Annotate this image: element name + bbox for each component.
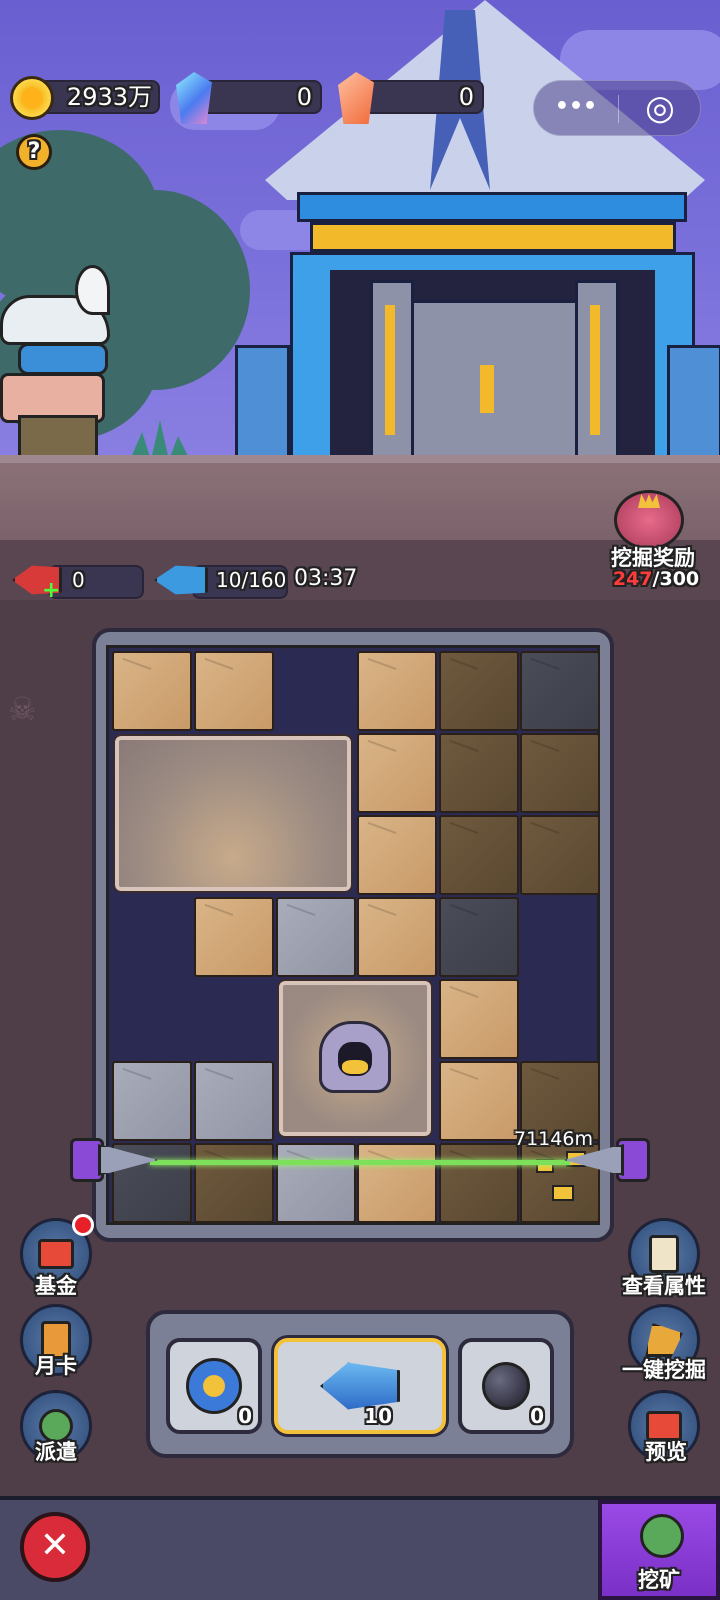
sand-block[interactable] [357, 897, 437, 977]
notification-badge [72, 1214, 94, 1236]
stone-block[interactable] [276, 1143, 356, 1223]
stone-block[interactable] [276, 897, 356, 977]
month-card-label: 月卡 [35, 1354, 77, 1378]
dirt-block[interactable] [439, 651, 519, 731]
preview-button[interactable]: 预览 [612, 1390, 720, 1486]
view-attributes-button[interactable]: 查看属性 [612, 1218, 720, 1314]
dirt-block[interactable] [439, 733, 519, 813]
dirt-block[interactable] [439, 815, 519, 895]
dirt-block[interactable] [194, 1143, 274, 1223]
bomb-tool[interactable]: 0 [458, 1338, 554, 1434]
fund-button[interactable]: 基金 [16, 1214, 96, 1314]
dig-reward-total: /300 [652, 568, 700, 590]
tower [235, 0, 720, 462]
close-button[interactable]: ✕ [20, 1512, 90, 1582]
detector-tool[interactable]: 0 [166, 1338, 262, 1434]
gold-coin-icon [10, 76, 54, 120]
view-attributes-label: 查看属性 [622, 1274, 706, 1298]
mine-tab-button[interactable]: 挖矿 [598, 1500, 720, 1600]
drill-count: 10/160 [216, 568, 287, 592]
refill-timer: 03:37 [294, 566, 358, 591]
ground-edge [0, 455, 720, 463]
plus-icon: + [42, 578, 61, 603]
bomb-count: 0 [530, 1404, 544, 1428]
gold-value: 2933万 [66, 83, 152, 111]
close-miniprogram-button[interactable]: ◎ [618, 81, 702, 137]
orange-crystal-icon [338, 72, 374, 124]
sand-block[interactable] [439, 1061, 519, 1141]
stone-block[interactable] [194, 1061, 274, 1141]
mine-tab-label: 挖矿 [638, 1568, 680, 1592]
one-click-dig-button[interactable]: 一键挖掘 [612, 1304, 720, 1400]
blue-crystal-icon [176, 72, 212, 124]
repair-count: 0 [72, 568, 85, 592]
dig-reward-current: 247 [612, 568, 653, 590]
ore-geode-icon [319, 1021, 391, 1093]
bomb-icon [482, 1362, 530, 1410]
depth-label: 71146m [514, 1128, 593, 1150]
sand-block[interactable] [357, 651, 437, 731]
sand-block[interactable] [194, 651, 274, 731]
orange-crystal-value: 0 [458, 83, 474, 111]
empty-chamber [113, 734, 353, 893]
sand-block[interactable] [194, 897, 274, 977]
fund-label: 基金 [35, 1274, 77, 1298]
sand-block[interactable] [112, 651, 192, 731]
goblin-miner-icon [640, 1514, 684, 1558]
preview-label: 预览 [645, 1440, 687, 1464]
resource-blue-crystal: 0 [176, 72, 322, 124]
dispatch-label: 派遣 [35, 1440, 77, 1464]
radar-icon [186, 1358, 242, 1414]
miner-character [0, 265, 120, 460]
sand-block[interactable] [357, 1143, 437, 1223]
drill-tool[interactable]: 10 [274, 1338, 446, 1434]
sand-block[interactable] [357, 733, 437, 813]
blue-drill-icon [154, 565, 208, 595]
sand-block[interactable] [357, 815, 437, 895]
dispatch-button[interactable]: 派遣 [16, 1390, 96, 1486]
drill-counter: 10/160 [154, 562, 288, 602]
help-button[interactable]: ? [16, 134, 52, 170]
dirt-block[interactable] [439, 1143, 519, 1223]
laser-emitter-left [70, 1128, 158, 1190]
crown-icon [638, 494, 660, 508]
treasure-chamber[interactable] [277, 979, 433, 1138]
one-click-dig-label: 一键挖掘 [622, 1358, 706, 1382]
dark-stone-block[interactable] [439, 897, 519, 977]
dig-reward[interactable]: 挖掘奖励 247/300 [606, 490, 706, 600]
depth-laser [150, 1160, 570, 1165]
detector-count: 0 [238, 1404, 252, 1428]
dark-stone-block[interactable] [520, 651, 600, 731]
dirt-block[interactable] [520, 815, 600, 895]
month-card-button[interactable]: 月卡 [16, 1304, 96, 1400]
blue-crystal-value: 0 [296, 83, 312, 111]
dirt-block[interactable] [520, 733, 600, 813]
resource-gold: 2933万 [10, 76, 160, 120]
repair-drill-counter: + 0 [12, 562, 144, 602]
resource-orange-crystal: 0 [338, 72, 484, 124]
drill-tool-count: 10 [364, 1404, 392, 1428]
miniprogram-capsule: ••• ◎ [533, 80, 701, 136]
skull-icon: ☠ [8, 690, 37, 728]
sand-block[interactable] [439, 979, 519, 1059]
more-button[interactable]: ••• [534, 81, 618, 137]
